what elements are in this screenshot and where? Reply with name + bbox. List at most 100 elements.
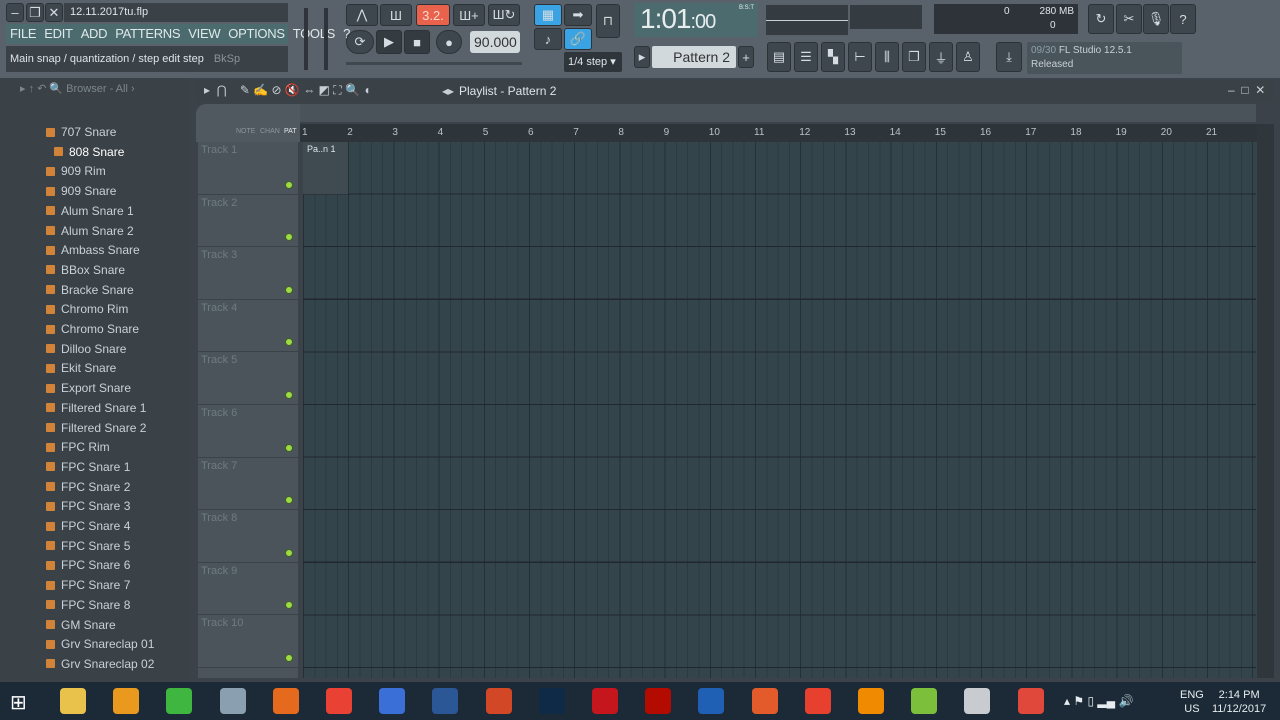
browser-item[interactable]: Alum Snare 2 (46, 222, 134, 240)
track-mute-led[interactable] (285, 601, 293, 610)
vlc-icon[interactable] (850, 684, 892, 718)
browser-item[interactable]: 808 Snare (54, 143, 124, 161)
track-mute-led[interactable] (285, 496, 293, 505)
browser-item[interactable]: 909 Rim (46, 162, 106, 180)
language-indicator[interactable]: ENG US (1180, 688, 1204, 716)
browser-item[interactable]: FPC Rim (46, 438, 110, 456)
playlist-window-controls[interactable]: ‒ □ ✕ (1228, 83, 1265, 97)
browser-item[interactable]: FPC Snare 2 (46, 478, 130, 496)
pattern-selector[interactable]: Pattern 2 (652, 46, 736, 68)
tray-icons[interactable]: ▴ ⚑ ▯ ▂▄ 🔊 (1064, 694, 1133, 708)
typing-keyboard-icon[interactable]: ▦ (534, 4, 562, 26)
song-time[interactable]: 1:01:00 B:S:T (634, 3, 758, 37)
browser-item[interactable]: Bracke Snare (46, 281, 134, 299)
song-position-slider[interactable] (346, 62, 522, 65)
help-icon[interactable]: ? (1170, 4, 1196, 34)
master-pitch-slider[interactable] (324, 8, 328, 70)
browser-icon[interactable]: ⊢ (848, 42, 872, 72)
master-volume-slider[interactable] (304, 8, 308, 70)
track-header[interactable]: Track 3 (198, 247, 298, 300)
browser-item[interactable]: Chromo Snare (46, 320, 139, 338)
powerpoint-icon[interactable] (478, 684, 520, 718)
track-header[interactable]: Track 4 (198, 300, 298, 353)
menu-add[interactable]: ADD (81, 26, 108, 42)
playlist-grid[interactable] (303, 142, 1256, 678)
link-icon[interactable]: 🔗 (564, 28, 592, 50)
firefox-icon[interactable] (265, 684, 307, 718)
loop-record-icon[interactable]: Ш↻ (488, 4, 520, 26)
browser-item[interactable]: Grv Snareclap 02 (46, 655, 154, 673)
browser-item[interactable]: FPC Snare 3 (46, 497, 130, 515)
track-header[interactable]: Track 6 (198, 405, 298, 458)
menu-tools[interactable]: TOOLS (293, 26, 336, 42)
plugin-icon[interactable]: ⏚ (929, 42, 953, 72)
add-pattern-button[interactable]: + (738, 46, 754, 68)
browser-item[interactable]: FPC Snare 5 (46, 537, 130, 555)
playlist-icon[interactable]: ▤ (767, 42, 791, 72)
news-panel[interactable]: 09/30 FL Studio 12.5.1 Released (1027, 42, 1182, 74)
track-mute-led[interactable] (285, 285, 293, 294)
project-picker-icon[interactable]: ❐ (902, 42, 926, 72)
camtasia-recorder-icon[interactable] (1010, 684, 1052, 718)
browser-item[interactable]: Export Snare (46, 379, 131, 397)
acrobat-dc-icon[interactable] (637, 684, 679, 718)
bluestacks-icon[interactable] (903, 684, 945, 718)
track-header[interactable]: Track 7 (198, 458, 298, 511)
piano-roll-icon[interactable]: ▚ (821, 42, 845, 72)
menu-options[interactable]: OPTIONS (228, 26, 285, 42)
browser-item[interactable]: Chromo Rim (46, 300, 128, 318)
browser-item[interactable]: FPC Snare 7 (46, 576, 130, 594)
touch-controller-icon[interactable]: ♙ (956, 42, 980, 72)
browser-item[interactable]: Grv Snareclap 01 (46, 635, 154, 653)
mixer-icon[interactable]: ⫼ (875, 42, 899, 72)
metronome-icon[interactable]: ⋀ (346, 4, 378, 26)
file-explorer-icon[interactable] (52, 684, 94, 718)
windows-start-icon[interactable]: ⊞ (10, 690, 27, 715)
tab-note[interactable]: NOTE (236, 128, 255, 135)
undo-icon[interactable]: ↻ (1088, 4, 1114, 34)
browser-item[interactable]: FPC Snare 1 (46, 458, 130, 476)
playlist-tools-icons[interactable]: ▸ ⋂ ✎ ✍ ⊘ 🔇 ⇔ ◩ ⛶ 🔍 ◖ (204, 83, 370, 98)
track-header[interactable]: Track 8 (198, 510, 298, 563)
minimize-button[interactable]: ‒ (6, 3, 24, 22)
media-app-icon[interactable] (690, 684, 732, 718)
track-mute-led[interactable] (285, 180, 293, 189)
track-mute-led[interactable] (285, 548, 293, 557)
tab-pat[interactable]: PAT (284, 128, 297, 135)
play-button[interactable]: ▶ (376, 30, 402, 54)
browser-item[interactable]: 909 Snare (46, 182, 116, 200)
microphone-icon[interactable]: 🎙 (1143, 4, 1169, 34)
track-header[interactable]: Track 2 (198, 195, 298, 248)
browser-item[interactable]: Filtered Snare 1 (46, 399, 146, 417)
blend-notes-icon[interactable]: ♪ (534, 28, 562, 50)
browser-item[interactable]: Ekit Snare (46, 359, 116, 377)
timeline-ruler[interactable]: 1 2 3 4 5 6 7 8 9 10 11 12 13 14 15 16 17 18 19 20 21 (300, 124, 1260, 142)
photoshop-icon[interactable] (531, 684, 573, 718)
browser-item[interactable]: Filtered Snare 2 (46, 419, 146, 437)
knob-icon[interactable]: ⊓ (596, 4, 620, 38)
chrome-icon[interactable] (318, 684, 360, 718)
app-red-icon[interactable] (797, 684, 839, 718)
clock[interactable]: 2:14 PM 11/12/2017 (1212, 688, 1266, 716)
record-button[interactable]: ● (436, 30, 462, 54)
track-header[interactable]: Track 5 (198, 352, 298, 405)
close-button[interactable]: ✕ (45, 3, 63, 22)
tempo-field[interactable]: 90.000 (470, 31, 520, 53)
countdown-icon[interactable]: Ш+ (453, 4, 485, 26)
stop-button[interactable]: ■ (404, 30, 430, 54)
restore-button[interactable]: ❐ (26, 3, 44, 22)
horizontal-scrollbar[interactable] (300, 104, 1256, 122)
download-icon[interactable]: ⤓ (996, 42, 1022, 72)
app-globe-icon[interactable] (956, 684, 998, 718)
menu-file[interactable]: FILE (10, 26, 37, 42)
wait-for-input-icon[interactable]: Ш (380, 4, 412, 26)
menu-patterns[interactable]: PATTERNS (115, 26, 180, 42)
track-header[interactable]: Track 1 (198, 142, 298, 195)
fl-studio-icon[interactable] (105, 684, 147, 718)
loop-icon[interactable]: ⟳ (346, 30, 374, 54)
browser-item[interactable]: Ambass Snare (46, 241, 140, 259)
acrobat-icon[interactable] (584, 684, 626, 718)
step-edit-icon[interactable]: ➡ (564, 4, 592, 26)
browser-item[interactable]: FPC Snare 8 (46, 596, 130, 614)
word-icon[interactable] (424, 684, 466, 718)
